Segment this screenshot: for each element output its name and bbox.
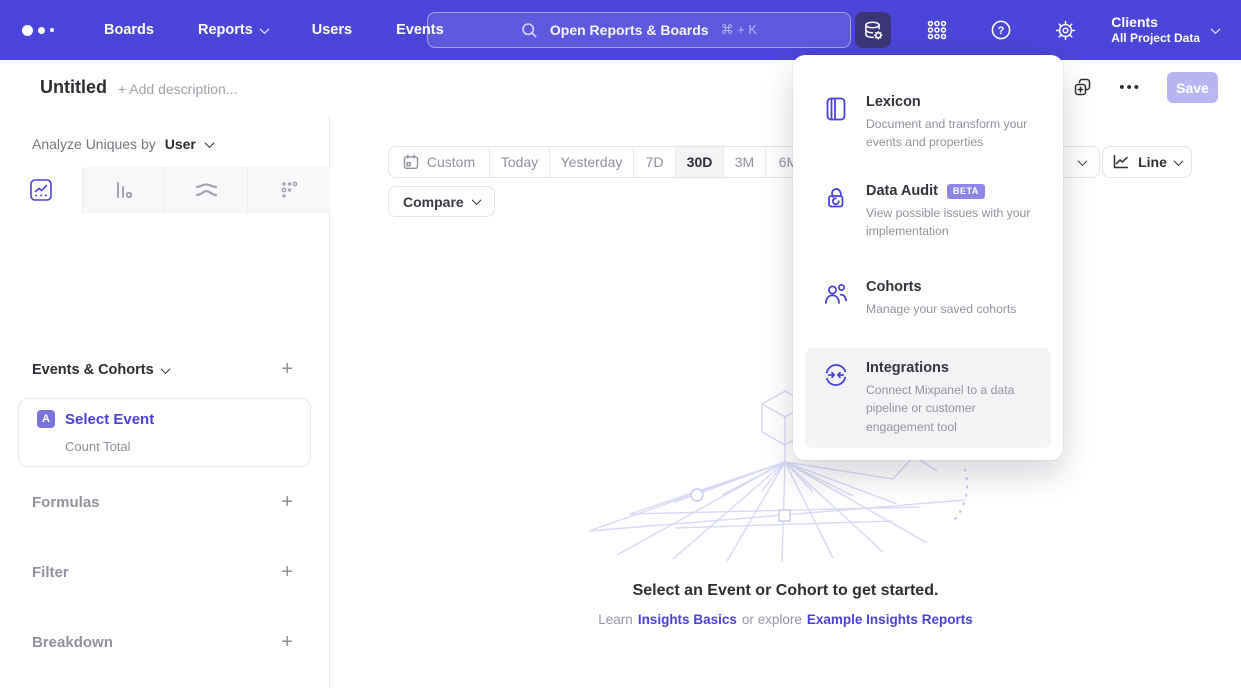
help-button[interactable]: ? — [983, 12, 1019, 48]
data-audit-lock-icon — [823, 183, 849, 241]
chevron-down-icon — [471, 195, 481, 205]
database-gear-icon — [862, 19, 885, 42]
chart-area: Custom Today Yesterday 7D 30D 3M 6M Comp… — [330, 115, 1241, 688]
date-range-control: Custom Today Yesterday 7D 30D 3M 6M — [388, 146, 812, 178]
gear-icon — [1054, 19, 1077, 42]
add-event-button[interactable]: + — [281, 359, 293, 379]
menu-item-data-audit[interactable]: Data Audit BETA View possible issues wit… — [805, 171, 1051, 253]
search-placeholder: Open Reports & Boards — [550, 22, 709, 38]
menu-item-cohorts[interactable]: Cohorts Manage your saved cohorts — [805, 267, 1051, 330]
analyze-by-value: User — [165, 136, 196, 152]
date-range-yesterday[interactable]: Yesterday — [549, 147, 633, 177]
empty-state-heading: Select an Event or Cohort to get started… — [330, 582, 1241, 600]
beta-badge: BETA — [947, 184, 985, 199]
bar-chart-icon — [111, 178, 135, 202]
filter-section: Filter + — [32, 560, 293, 584]
chevron-down-icon — [259, 24, 269, 34]
report-title[interactable]: Untitled — [40, 77, 107, 98]
org-name: Clients — [1111, 13, 1200, 31]
project-name: All Project Data — [1111, 31, 1200, 47]
tab-bar-chart[interactable] — [83, 167, 166, 213]
save-button[interactable]: Save — [1167, 72, 1218, 103]
grid-dots-icon — [926, 19, 948, 41]
app-window: Boards Reports Users Events Open Reports… — [0, 0, 1241, 688]
event-aggregation[interactable]: Count Total — [65, 439, 131, 454]
chart-type-button[interactable]: Line — [1102, 146, 1192, 178]
breakdown-section: Breakdown + — [32, 630, 293, 654]
svg-text:?: ? — [998, 25, 1005, 37]
project-selector[interactable]: Clients All Project Data — [1111, 13, 1219, 47]
mixpanel-logo-icon[interactable] — [22, 25, 68, 36]
date-range-today[interactable]: Today — [489, 147, 549, 177]
chevron-down-icon — [1078, 156, 1088, 166]
event-row[interactable]: A Select Event Count Total — [18, 398, 311, 467]
nav-item-users[interactable]: Users — [312, 22, 352, 38]
insights-basics-link[interactable]: Insights Basics — [638, 612, 737, 627]
query-builder-sidebar: Analyze Uniques by User — [0, 115, 330, 688]
event-letter-badge: A — [37, 410, 55, 428]
formulas-section: Formulas + — [32, 490, 293, 514]
empty-state-links: Learn Insights Basics or explore Example… — [330, 612, 1241, 627]
stacked-flow-icon — [193, 178, 219, 202]
data-management-menu: Lexicon Document and transform your even… — [793, 55, 1063, 460]
add-formula-button[interactable]: + — [281, 492, 293, 512]
date-range-30d[interactable]: 30D — [675, 147, 723, 177]
events-cohorts-header[interactable]: Events & Cohorts — [32, 362, 169, 378]
date-range-3m[interactable]: 3M — [723, 147, 765, 177]
more-options-button[interactable]: ••• — [1119, 79, 1141, 96]
chevron-down-icon — [1173, 156, 1183, 166]
nav-item-boards[interactable]: Boards — [104, 22, 154, 38]
chevron-down-icon — [204, 138, 214, 148]
add-description-field[interactable]: + Add description... — [118, 81, 237, 97]
line-chart-icon — [29, 178, 53, 202]
tab-metric[interactable] — [248, 167, 331, 213]
visualization-tabs — [0, 167, 330, 213]
date-range-custom[interactable]: Custom — [389, 147, 489, 177]
global-search-input[interactable]: Open Reports & Boards ⌘ + K — [427, 12, 851, 48]
top-nav: Boards Reports Users Events Open Reports… — [0, 0, 1241, 60]
integrations-sync-icon — [823, 360, 849, 436]
search-shortcut-hint: ⌘ + K — [721, 22, 758, 38]
compare-button[interactable]: Compare — [388, 186, 495, 217]
cohorts-people-icon — [823, 279, 849, 318]
lexicon-book-icon — [823, 94, 849, 152]
apps-grid-button[interactable] — [919, 12, 955, 48]
chevron-down-icon — [1211, 24, 1221, 34]
data-management-button[interactable] — [855, 12, 891, 48]
date-range-7d[interactable]: 7D — [633, 147, 675, 177]
select-event-button[interactable]: Select Event — [65, 411, 154, 428]
calendar-icon — [403, 154, 419, 170]
line-chart-axis-icon — [1112, 154, 1130, 170]
help-icon: ? — [990, 19, 1012, 41]
nav-item-reports[interactable]: Reports — [198, 22, 268, 38]
add-breakdown-button[interactable]: + — [281, 632, 293, 652]
analyze-by-selector[interactable]: Analyze Uniques by User — [32, 136, 213, 152]
add-filter-button[interactable]: + — [281, 562, 293, 582]
search-icon — [521, 22, 538, 39]
menu-item-lexicon[interactable]: Lexicon Document and transform your even… — [805, 82, 1051, 164]
menu-item-integrations[interactable]: Integrations Connect Mixpanel to a data … — [805, 348, 1051, 448]
example-insights-reports-link[interactable]: Example Insights Reports — [807, 612, 973, 627]
tab-stacked-chart[interactable] — [165, 167, 248, 213]
chevron-down-icon — [160, 364, 170, 374]
tab-insights-line[interactable] — [0, 167, 83, 214]
settings-button[interactable] — [1047, 12, 1083, 48]
duplicate-report-button[interactable] — [1072, 77, 1093, 98]
dots-metric-icon — [277, 178, 301, 202]
